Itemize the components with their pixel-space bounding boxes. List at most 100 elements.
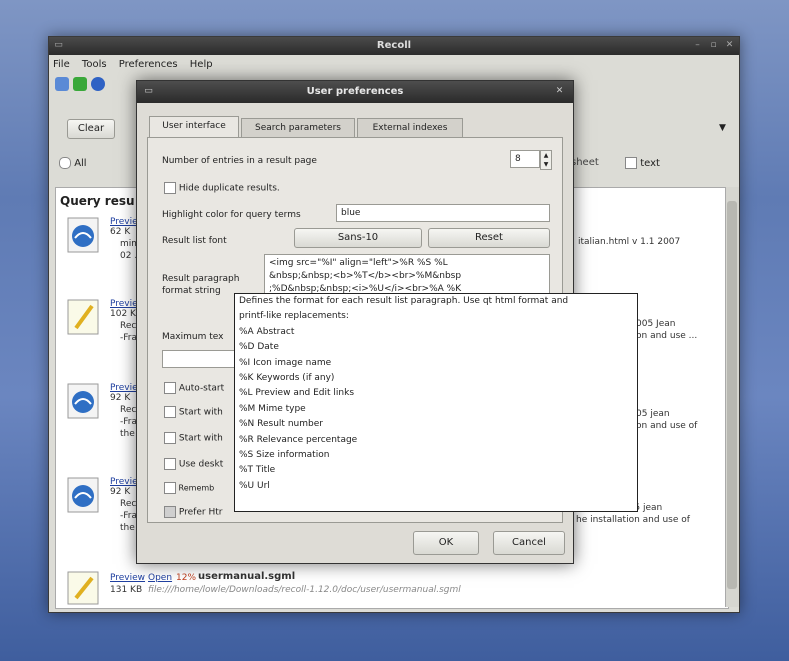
all-label: All: [74, 158, 87, 169]
menu-bar: File Tools Preferences Help: [53, 59, 222, 73]
filter-sheet-label: sheet: [571, 157, 599, 168]
menu-help[interactable]: Help: [190, 59, 213, 70]
result-size: 102 K: [110, 309, 136, 319]
result-size: 62 K: [110, 227, 131, 237]
tooltip-line: Defines the format for each result list …: [239, 296, 569, 306]
entries-label: Number of entries in a result page: [162, 156, 317, 166]
main-title: Recoll: [376, 40, 412, 51]
max-text-label: Maximum tex: [162, 332, 224, 342]
tooltip-line: %M Mime type: [239, 403, 306, 414]
tooltip-line: %A Abstract: [239, 326, 295, 337]
highlight-color-field[interactable]: blue: [336, 204, 550, 222]
tooltip-line: %I Icon image name: [239, 357, 332, 368]
dialog-title-bar: ▭ User preferences ✕: [137, 81, 573, 103]
spin-arrows[interactable]: ▲ ▼: [540, 150, 552, 170]
preferences-icon[interactable]: [91, 77, 105, 91]
option-label: Use deskt: [178, 459, 224, 470]
maximize-icon[interactable]: ▫: [708, 40, 719, 51]
option-label: Start with: [178, 407, 223, 418]
result-snippet-line: 02 .: [120, 251, 138, 261]
menu-tools[interactable]: Tools: [82, 59, 107, 70]
result-path: file:///home/lowle/Downloads/recoll-1.12…: [148, 585, 461, 595]
list-item: Preview Open 12% usermanual.sgml 131 KB …: [56, 570, 726, 606]
entries-spinbox[interactable]: 8: [510, 150, 540, 168]
tab-user-interface[interactable]: User interface: [149, 116, 239, 138]
font-label: Result list font: [162, 236, 227, 246]
result-list-scrollbar[interactable]: [725, 187, 739, 607]
font-button[interactable]: Sans-10: [294, 228, 422, 248]
search-icon[interactable]: [55, 77, 69, 91]
search-dropdown-arrow[interactable]: ▼: [719, 123, 726, 133]
option-checkbox[interactable]: Rememb: [164, 482, 214, 494]
html-document-icon: [66, 382, 102, 422]
main-title-bar: ▭ Recoll – ▫ ✕: [49, 37, 739, 55]
highlight-label: Highlight color for query terms: [162, 210, 301, 220]
format-line: &nbsp;&nbsp;<b>%T</b><br>%M&nbsp: [269, 271, 462, 281]
option-label: Prefer Htr: [178, 507, 223, 518]
result-snippet-line: Rec: [120, 405, 137, 415]
dialog-title: User preferences: [306, 86, 404, 97]
result-snippet-line: -Fra: [120, 511, 137, 521]
tab-external-indexes[interactable]: External indexes: [357, 118, 463, 137]
paragraph-format-label-2: format string: [162, 286, 221, 296]
query-results-header: Query resu: [60, 194, 135, 208]
result-snippet-line: the: [120, 523, 135, 533]
result-snippet-line: -Fra: [120, 417, 137, 427]
open-link[interactable]: Open: [148, 572, 172, 584]
relevance-pct: 12%: [176, 573, 197, 583]
option-label: Rememb: [178, 483, 215, 493]
ok-button[interactable]: OK: [413, 531, 479, 555]
filter-text-label: text: [640, 158, 660, 169]
tooltip-line: %R Relevance percentage: [239, 434, 358, 445]
result-snippet-line: Rec: [120, 321, 137, 331]
html-document-icon: [66, 216, 102, 256]
arrow-icon[interactable]: [73, 77, 87, 91]
tooltip-line: %T Title: [239, 465, 276, 476]
option-checkbox[interactable]: Start with: [164, 406, 223, 418]
menu-preferences[interactable]: Preferences: [119, 59, 178, 70]
scrollbar-thumb[interactable]: [727, 201, 737, 589]
hide-duplicates-checkbox[interactable]: Hide duplicate results.: [164, 182, 280, 194]
option-checkbox[interactable]: Prefer Htr: [164, 506, 222, 518]
minimize-icon[interactable]: –: [692, 40, 703, 51]
format-help-tooltip: Defines the format for each result list …: [234, 293, 638, 512]
max-text-field[interactable]: [162, 350, 238, 368]
option-label: Auto-start: [178, 383, 225, 394]
filter-text-checkbox[interactable]: text: [625, 157, 660, 169]
text-document-icon: [66, 298, 102, 338]
text-document-icon: [66, 570, 102, 610]
result-right-text: 005 Jean on and use ...: [636, 319, 698, 341]
reset-font-button[interactable]: Reset: [428, 228, 550, 248]
tooltip-line: printf-like replacements:: [239, 311, 349, 322]
result-size: 131 KB: [110, 585, 143, 595]
result-right-text: italian.html v 1.1 2007: [578, 237, 681, 247]
option-label: Start with: [178, 433, 223, 444]
close-icon[interactable]: ✕: [724, 40, 735, 51]
dialog-close-icon[interactable]: ✕: [554, 86, 565, 97]
toolbar: [53, 75, 133, 95]
option-checkbox[interactable]: Use deskt: [164, 458, 223, 470]
option-checkbox[interactable]: Auto-start: [164, 382, 224, 394]
option-checkbox[interactable]: Start with: [164, 432, 223, 444]
tooltip-line: %U Url: [239, 480, 270, 491]
tooltip-line: %L Preview and Edit links: [239, 388, 355, 399]
result-right-text: 05 jean on and use of: [636, 409, 698, 431]
result-size: 92 K: [110, 393, 131, 403]
hide-duplicates-label: Hide duplicate results.: [178, 183, 280, 194]
result-snippet-line: the: [120, 429, 135, 439]
cancel-button[interactable]: Cancel: [493, 531, 565, 555]
result-snippet-line: -Fra: [120, 333, 137, 343]
tooltip-line: %S Size information: [239, 450, 330, 461]
menu-file[interactable]: File: [53, 59, 70, 70]
tooltip-line: %N Result number: [239, 419, 323, 430]
tooltip-line: %D Date: [239, 342, 279, 353]
clear-button[interactable]: Clear: [67, 119, 115, 139]
result-title: usermanual.sgml: [198, 571, 296, 582]
preview-link[interactable]: Preview: [110, 572, 145, 584]
html-document-icon: [66, 476, 102, 516]
tab-search-parameters[interactable]: Search parameters: [241, 118, 355, 137]
paragraph-format-label: Result paragraph: [162, 274, 240, 284]
all-radio[interactable]: All: [59, 157, 87, 169]
result-size: 92 K: [110, 487, 131, 497]
result-snippet-line: Rec: [120, 499, 137, 509]
